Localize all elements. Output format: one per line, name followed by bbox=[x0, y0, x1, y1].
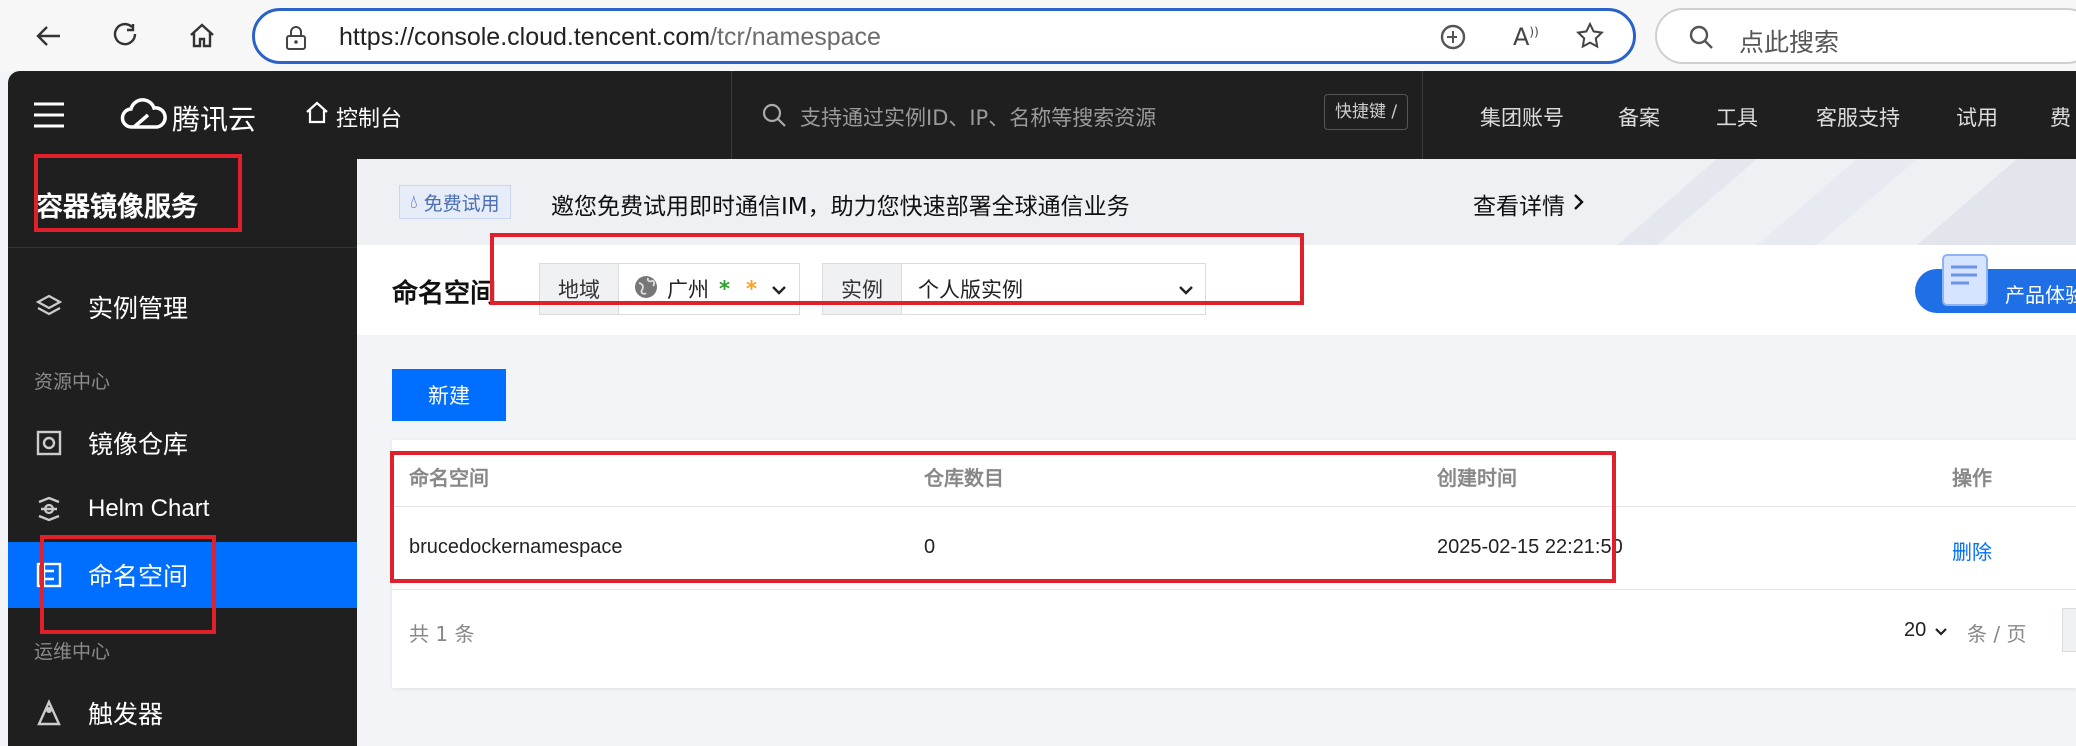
sidebar: 容器镜像服务 实例管理 资源中心 镜像仓库 Helm Chart 命名空间 运维… bbox=[8, 159, 357, 746]
lock-icon[interactable] bbox=[285, 25, 307, 55]
chevron-right-icon bbox=[1573, 191, 1585, 217]
console-link[interactable]: 控制台 bbox=[336, 101, 402, 133]
nav-icp-filing[interactable]: 备案 bbox=[1618, 102, 1660, 132]
url-text: https://console.cloud.tencent.com/tcr/na… bbox=[339, 23, 881, 52]
page-size-select[interactable]: 20 bbox=[1904, 618, 1948, 642]
search-icon bbox=[760, 101, 788, 133]
nav-trial[interactable]: 试用 bbox=[1956, 102, 1998, 132]
divider bbox=[392, 589, 2076, 590]
column-header-namespace: 命名空间 bbox=[409, 466, 489, 490]
chevron-down-icon bbox=[771, 277, 787, 301]
globe-icon bbox=[633, 274, 659, 305]
repository-icon bbox=[34, 428, 64, 458]
divider bbox=[392, 506, 2076, 507]
browser-essentials-icon[interactable] bbox=[1439, 23, 1467, 55]
search-icon bbox=[1687, 23, 1715, 55]
chevron-down-icon bbox=[1934, 618, 1948, 642]
sidebar-item-label: 镜像仓库 bbox=[88, 430, 189, 459]
region-select[interactable]: 广州 * * bbox=[618, 263, 800, 315]
nav-billing[interactable]: 费 bbox=[2050, 102, 2071, 132]
home-icon[interactable] bbox=[180, 14, 224, 58]
column-header-actions: 操作 bbox=[1952, 466, 1992, 490]
product-experience-label: 产品体验 bbox=[2005, 283, 2076, 307]
region-label: 地域 bbox=[539, 263, 619, 315]
sidebar-item-image-repository[interactable]: 镜像仓库 bbox=[8, 410, 357, 476]
console-topbar: 腾讯云 控制台 支持通过实例ID、IP、名称等搜索资源 快捷键 / 集团账号 备… bbox=[8, 71, 2076, 159]
browser-toolbar: https://console.cloud.tencent.com/tcr/na… bbox=[0, 0, 2076, 71]
brand-name[interactable]: 腾讯云 bbox=[172, 98, 256, 138]
favorite-star-icon[interactable] bbox=[1575, 21, 1605, 55]
namespace-name[interactable]: brucedockernamespace bbox=[409, 536, 622, 559]
status-dot-orange: * bbox=[745, 277, 757, 301]
new-namespace-button[interactable]: 新建 bbox=[392, 369, 506, 421]
region-value: 广州 bbox=[667, 278, 709, 302]
back-icon[interactable] bbox=[27, 14, 71, 58]
nav-customer-support[interactable]: 客服支持 bbox=[1816, 102, 1900, 132]
repo-count: 0 bbox=[924, 536, 936, 558]
chevron-down-icon bbox=[1178, 277, 1194, 301]
product-experience-button[interactable]: 产品体验 bbox=[1915, 254, 2076, 313]
namespace-icon bbox=[34, 560, 64, 590]
total-count: 共 1 条 bbox=[409, 622, 475, 646]
trigger-icon bbox=[34, 698, 64, 728]
console-home-icon[interactable] bbox=[304, 100, 330, 130]
namespace-table: 命名空间 仓库数目 创建时间 操作 brucedockernamespace 0… bbox=[392, 440, 2076, 688]
section-resource-center: 资源中心 bbox=[34, 371, 111, 393]
layers-icon bbox=[34, 292, 64, 322]
instance-label: 实例 bbox=[822, 263, 902, 315]
helm-icon bbox=[34, 494, 64, 524]
instance-select[interactable]: 个人版实例 bbox=[901, 263, 1206, 315]
sidebar-item-label: 命名空间 bbox=[88, 562, 189, 591]
instance-value: 个人版实例 bbox=[918, 278, 1023, 302]
sidebar-item-namespace[interactable]: 命名空间 bbox=[8, 542, 357, 608]
document-icon bbox=[1939, 251, 1993, 313]
banner-text: 邀您免费试用即时通信IM，助力您快速部署全球通信业务 bbox=[551, 194, 1130, 220]
badge-label: 免费试用 bbox=[423, 192, 500, 215]
delete-link[interactable]: 删除 bbox=[1952, 536, 1992, 565]
per-page-unit: 条 / 页 bbox=[1967, 622, 2027, 646]
sidebar-item-helm-chart[interactable]: Helm Chart bbox=[8, 476, 357, 542]
created-time: 2025-02-15 22:21:50 bbox=[1437, 536, 1623, 558]
read-aloud-icon[interactable]: A)) bbox=[1513, 23, 1539, 51]
column-header-created-time: 创建时间 bbox=[1437, 466, 1517, 490]
view-details-label: 查看详情 bbox=[1473, 194, 1565, 220]
page-size-value: 20 bbox=[1904, 618, 1927, 641]
address-bar[interactable]: https://console.cloud.tencent.com/tcr/na… bbox=[252, 8, 1636, 64]
sidebar-item-label: 触发器 bbox=[88, 700, 164, 729]
divider bbox=[731, 71, 732, 159]
column-header-repo-count: 仓库数目 bbox=[924, 466, 1004, 490]
menu-icon[interactable] bbox=[32, 101, 66, 133]
browser-search-box[interactable]: 点此搜索 bbox=[1655, 8, 2076, 64]
free-trial-badge: 💧︎ 免费试用 bbox=[399, 185, 511, 219]
drop-icon: 💧︎ bbox=[410, 191, 418, 213]
service-title: 容器镜像服务 bbox=[36, 192, 198, 223]
divider bbox=[8, 247, 357, 248]
browser-search-placeholder: 点此搜索 bbox=[1739, 28, 1840, 57]
refresh-icon[interactable] bbox=[104, 14, 148, 58]
status-dot-green: * bbox=[719, 277, 730, 301]
pagination-control[interactable] bbox=[2062, 608, 2076, 652]
url-path: /tcr/namespace bbox=[710, 23, 881, 51]
view-details-link[interactable]: 查看详情 bbox=[1473, 187, 1585, 221]
sidebar-item-instance-management[interactable]: 实例管理 bbox=[8, 274, 357, 340]
divider bbox=[1422, 71, 1423, 159]
page-title: 命名空间 bbox=[392, 279, 497, 309]
shortcut-hint: 快捷键 / bbox=[1324, 94, 1409, 130]
url-host: https://console.cloud.tencent.com bbox=[339, 23, 711, 51]
promo-banner: 💧︎ 免费试用 邀您免费试用即时通信IM，助力您快速部署全球通信业务 查看详情 bbox=[357, 159, 2076, 245]
sidebar-item-trigger[interactable]: 触发器 bbox=[8, 680, 357, 746]
nav-tools[interactable]: 工具 bbox=[1716, 102, 1758, 132]
sidebar-item-label: Helm Chart bbox=[88, 495, 210, 522]
tencent-cloud-logo-icon[interactable] bbox=[120, 97, 168, 137]
page-header: 命名空间 地域 广州 * * 实例 个人版实例 产品体验 bbox=[357, 245, 2076, 335]
nav-group-account[interactable]: 集团账号 bbox=[1480, 102, 1564, 132]
resource-search-input[interactable]: 支持通过实例ID、IP、名称等搜索资源 bbox=[800, 102, 1156, 132]
sidebar-item-label: 实例管理 bbox=[88, 294, 189, 323]
section-ops-center: 运维中心 bbox=[34, 641, 111, 663]
